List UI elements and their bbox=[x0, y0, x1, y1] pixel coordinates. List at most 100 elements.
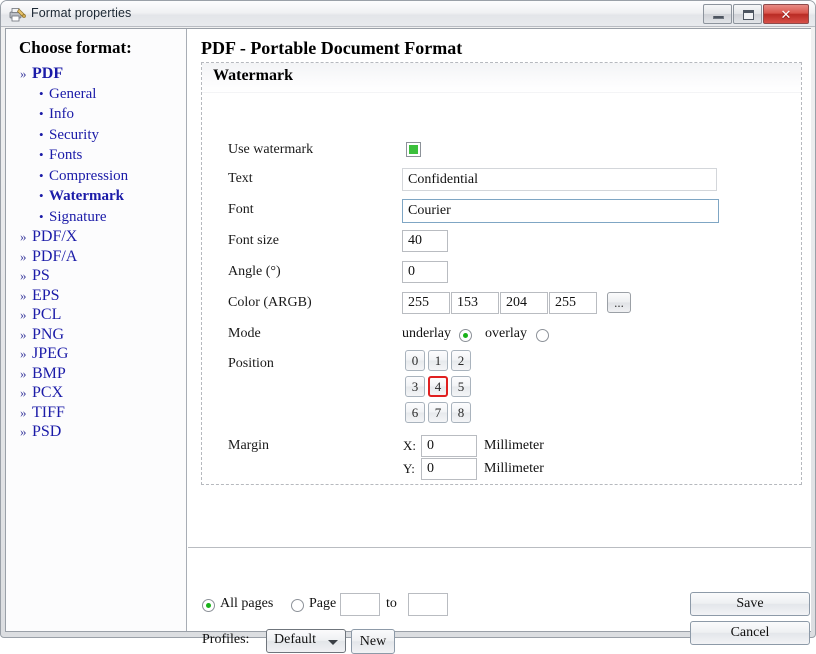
sidebar-item-pdf-a[interactable]: »PDF/A bbox=[6, 247, 187, 267]
sidebar-item-label: JPEG bbox=[32, 345, 68, 362]
sidebar-item-ps[interactable]: »PS bbox=[6, 266, 187, 286]
profiles-label: Profiles: bbox=[202, 632, 249, 648]
new-profile-button[interactable]: New bbox=[351, 629, 395, 654]
position-cell-8[interactable]: 8 bbox=[451, 402, 471, 423]
sidebar-item-pcl[interactable]: »PCL bbox=[6, 305, 187, 325]
save-button[interactable]: Save bbox=[690, 592, 810, 616]
chevron-right-icon: » bbox=[20, 227, 32, 247]
sidebar-item-label: BMP bbox=[32, 365, 66, 382]
chevron-right-icon: » bbox=[20, 305, 32, 325]
position-cell-5[interactable]: 5 bbox=[451, 376, 471, 397]
sidebar-item-psd[interactable]: »PSD bbox=[6, 422, 187, 442]
sidebar-item-label: PDF/A bbox=[32, 248, 77, 265]
all-pages-radio[interactable] bbox=[202, 599, 215, 612]
sidebar-item-pdf[interactable]: »PDF bbox=[6, 64, 187, 84]
page-from-input[interactable] bbox=[340, 593, 380, 616]
bullet-icon: • bbox=[39, 166, 49, 186]
all-pages-label[interactable]: All pages bbox=[220, 596, 273, 612]
margin-x-unit: Millimeter bbox=[484, 438, 544, 454]
watermark-text-input[interactable] bbox=[402, 168, 717, 191]
window-title: Format properties bbox=[31, 6, 131, 20]
position-cell-6[interactable]: 6 bbox=[405, 402, 425, 423]
color-label: Color (ARGB) bbox=[228, 295, 312, 311]
title-bar[interactable]: Format properties ✕ bbox=[1, 1, 815, 27]
sidebar-item-pdf-x[interactable]: »PDF/X bbox=[6, 227, 187, 247]
sidebar-item-bmp[interactable]: »BMP bbox=[6, 364, 187, 384]
bottom-bar: All pages Page to Profiles: Default New … bbox=[188, 548, 811, 631]
sidebar-item-label: EPS bbox=[32, 287, 60, 304]
bullet-icon: • bbox=[39, 186, 49, 206]
sidebar-subitem-signature[interactable]: •Signature bbox=[6, 207, 187, 228]
color-alpha-input[interactable] bbox=[402, 292, 450, 314]
sidebar-subitem-label: Fonts bbox=[49, 147, 82, 163]
chevron-right-icon: » bbox=[20, 64, 32, 84]
chevron-right-icon: » bbox=[20, 422, 32, 442]
font-label: Font bbox=[228, 202, 254, 218]
margin-x-input[interactable] bbox=[421, 435, 477, 457]
position-cell-7[interactable]: 7 bbox=[428, 402, 448, 423]
position-grid: 012 345 678 bbox=[405, 350, 471, 423]
page-range-radio[interactable] bbox=[291, 599, 304, 612]
position-cell-4[interactable]: 4 bbox=[428, 376, 448, 397]
main-panel: PDF - Portable Document Format Watermark… bbox=[188, 29, 811, 631]
position-cell-1[interactable]: 1 bbox=[428, 350, 448, 371]
chevron-right-icon: » bbox=[20, 247, 32, 267]
sidebar-subitem-label: Compression bbox=[49, 168, 128, 184]
mode-overlay-radio[interactable] bbox=[536, 329, 549, 342]
sidebar-subitem-label: Security bbox=[49, 127, 99, 143]
margin-y-label: Y: bbox=[403, 461, 415, 477]
page-to-label: to bbox=[386, 596, 397, 612]
sidebar-item-label: PS bbox=[32, 267, 50, 284]
sidebar-item-png[interactable]: »PNG bbox=[6, 325, 187, 345]
bullet-icon: • bbox=[39, 84, 49, 104]
position-cell-3[interactable]: 3 bbox=[405, 376, 425, 397]
sidebar-subitem-label: General bbox=[49, 86, 96, 102]
watermark-form: Use watermark Text Font Font size Angle … bbox=[202, 93, 801, 484]
sidebar-subitem-compression[interactable]: •Compression bbox=[6, 166, 187, 187]
position-cell-0[interactable]: 0 bbox=[405, 350, 425, 371]
page-to-input[interactable] bbox=[408, 593, 448, 616]
chevron-right-icon: » bbox=[20, 266, 32, 286]
margin-y-input[interactable] bbox=[421, 458, 477, 480]
client-area: Choose format: »PDF•General•Info•Securit… bbox=[5, 28, 811, 632]
mode-overlay-label[interactable]: overlay bbox=[485, 326, 527, 342]
position-cell-2[interactable]: 2 bbox=[451, 350, 471, 371]
bullet-icon: • bbox=[39, 125, 49, 145]
close-button[interactable]: ✕ bbox=[763, 4, 809, 24]
font-size-input[interactable] bbox=[402, 230, 448, 252]
bullet-icon: • bbox=[39, 104, 49, 124]
sidebar-item-jpeg[interactable]: »JPEG bbox=[6, 344, 187, 364]
mode-label: Mode bbox=[228, 326, 261, 342]
color-picker-button[interactable]: ... bbox=[607, 292, 631, 313]
use-watermark-checkbox[interactable] bbox=[406, 142, 421, 157]
sidebar-item-pcx[interactable]: »PCX bbox=[6, 383, 187, 403]
profiles-select[interactable]: Default bbox=[266, 629, 346, 653]
color-green-input[interactable] bbox=[500, 292, 548, 314]
bullet-icon: • bbox=[39, 207, 49, 227]
cancel-button[interactable]: Cancel bbox=[690, 621, 810, 645]
angle-input[interactable] bbox=[402, 261, 448, 283]
sidebar-title: Choose format: bbox=[19, 38, 132, 58]
watermark-font-input[interactable] bbox=[402, 199, 719, 223]
mode-underlay-label[interactable]: underlay bbox=[402, 326, 451, 342]
sidebar-subitem-security[interactable]: •Security bbox=[6, 125, 187, 146]
minimize-button[interactable] bbox=[703, 4, 732, 24]
printer-properties-icon bbox=[9, 6, 26, 23]
use-watermark-label: Use watermark bbox=[228, 142, 313, 158]
sidebar-item-tiff[interactable]: »TIFF bbox=[6, 403, 187, 423]
color-red-input[interactable] bbox=[451, 292, 499, 314]
groupbox-title: Watermark bbox=[213, 67, 293, 85]
sidebar-subitem-watermark[interactable]: •Watermark bbox=[6, 186, 187, 207]
sidebar-subitem-general[interactable]: •General bbox=[6, 84, 187, 105]
sidebar-subitem-info[interactable]: •Info bbox=[6, 104, 187, 125]
sidebar-item-eps[interactable]: »EPS bbox=[6, 286, 187, 306]
sidebar-subitem-fonts[interactable]: •Fonts bbox=[6, 145, 187, 166]
mode-underlay-radio[interactable] bbox=[459, 329, 472, 342]
chevron-right-icon: » bbox=[20, 286, 32, 306]
chevron-right-icon: » bbox=[20, 325, 32, 345]
color-blue-input[interactable] bbox=[549, 292, 597, 314]
page-range-label[interactable]: Page bbox=[309, 596, 336, 612]
page-title: PDF - Portable Document Format bbox=[201, 38, 462, 59]
maximize-button[interactable] bbox=[733, 4, 762, 24]
chevron-right-icon: » bbox=[20, 403, 32, 423]
